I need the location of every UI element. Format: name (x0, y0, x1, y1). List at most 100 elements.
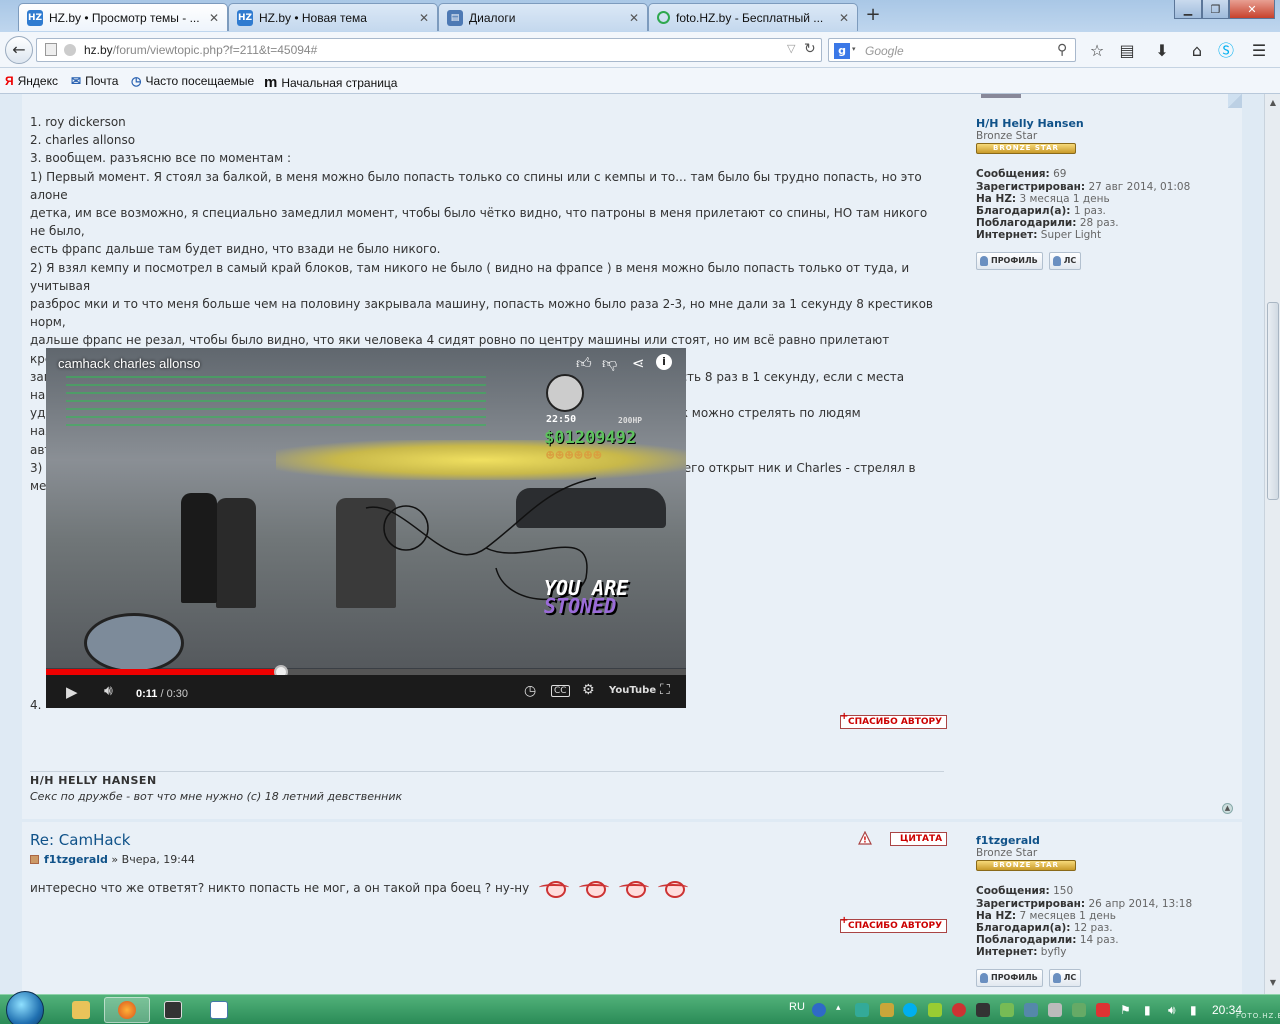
address-bar[interactable]: hz.by/forum/viewtopic.php?f=211&t=45094#… (36, 38, 822, 62)
site-identity-icon[interactable] (64, 44, 76, 56)
tray-app-icon[interactable] (855, 1003, 869, 1017)
bookmark-most-visited[interactable]: ◷ Часто посещаемые (131, 74, 254, 88)
action-center-flag-icon[interactable]: ⚑ (1120, 1003, 1134, 1017)
minimize-window-button[interactable]: ▁ (1174, 0, 1202, 19)
scrollbar-thumb[interactable] (1267, 302, 1279, 500)
profile-username[interactable]: H/H Helly Hansen (976, 117, 1190, 130)
network-icon[interactable]: ▮ (1144, 1003, 1158, 1017)
bookmarks-list-icon[interactable]: ▤ (1117, 41, 1137, 61)
tab-close-icon[interactable]: ✕ (839, 11, 849, 25)
tray-app-icon[interactable] (976, 1003, 990, 1017)
post-author[interactable]: f1tzgerald (44, 853, 108, 866)
list-item-number: 4. (30, 698, 42, 712)
bookmark-start-page[interactable]: m Начальная страница (264, 74, 397, 91)
profile-username[interactable]: f1tzgerald (976, 834, 1192, 847)
page-scrollbar[interactable]: ▲ ▼ (1264, 94, 1280, 994)
taskbar-app[interactable] (150, 997, 196, 1023)
bookmark-mail[interactable]: ✉ Почта (71, 74, 118, 88)
quote-button[interactable]: ЦИТАТА (890, 832, 948, 846)
back-button[interactable]: ← (5, 36, 33, 64)
menu-icon[interactable]: ☰ (1249, 41, 1269, 61)
close-window-button[interactable]: ✕ (1229, 0, 1275, 19)
private-message-button[interactable]: ЛС (1048, 251, 1082, 270)
video-frame[interactable]: camhack charles allonso 👍︎ 👎︎ ⋖ i 22:50 … (46, 348, 686, 673)
google-g-icon[interactable]: g (834, 43, 850, 59)
taskbar-paint[interactable] (196, 997, 242, 1023)
info-icon[interactable]: i (656, 354, 672, 370)
share-icon[interactable]: ⋖ (632, 354, 645, 372)
tab-foto-hz[interactable]: foto.HZ.by - Бесплатный ... ✕ (648, 3, 858, 31)
user-icon (1052, 972, 1061, 983)
tray-app-icon[interactable] (928, 1003, 942, 1017)
tray-app-icon[interactable] (880, 1003, 894, 1017)
tab-new-topic[interactable]: HZ HZ.by • Новая тема ✕ (228, 3, 438, 31)
youtube-logo-icon[interactable]: YouTube (609, 685, 656, 696)
downloads-icon[interactable]: ⬇ (1152, 41, 1172, 61)
taskbar-explorer[interactable] (58, 997, 104, 1023)
thanks-author-button[interactable]: СПАСИБО АВТОРУ (840, 915, 948, 933)
magnifier-icon[interactable]: ⚲ (1057, 42, 1067, 58)
fullscreen-icon[interactable]: ⛶ (660, 682, 670, 698)
captions-icon[interactable]: CC (551, 685, 570, 697)
back-to-top-icon[interactable]: ▲ (1222, 803, 1233, 814)
private-message-button[interactable]: ЛС (1048, 968, 1082, 987)
battery-icon[interactable]: ▮ (1190, 1003, 1204, 1017)
stat-value: 69 (1049, 168, 1067, 181)
tray-app-icon[interactable] (1048, 1003, 1062, 1017)
profile-button[interactable]: ПРОФИЛЬ (976, 251, 1043, 270)
tray-app-icon[interactable] (1024, 1003, 1038, 1017)
crab-smiley-icon (618, 880, 649, 898)
keyboard-language[interactable]: RU (789, 1001, 805, 1013)
dropdown-arrow-icon[interactable]: ▽ (787, 42, 795, 55)
url-path: /forum/viewtopic.php?f=211&t=45094# (112, 43, 318, 57)
bookmark-label: Почта (85, 74, 119, 88)
tab-dialogs[interactable]: ▤ Диалоги ✕ (438, 3, 648, 31)
maximize-window-button[interactable]: ❐ (1202, 0, 1229, 19)
stat-value: 28 раз. (1076, 217, 1119, 230)
tray-arrow-icon[interactable]: ▴ (836, 1003, 844, 1017)
settings-gear-icon[interactable]: ⚙ (582, 682, 595, 698)
volume-icon[interactable]: 🔊︎ (104, 683, 113, 699)
bookmark-star-icon[interactable]: ☆ (1087, 41, 1107, 61)
youtube-video-player[interactable]: camhack charles allonso 👍︎ 👎︎ ⋖ i 22:50 … (46, 348, 686, 708)
dropdown-arrow-icon[interactable]: ▾ (852, 45, 856, 53)
search-bar[interactable]: g ▾ Google ⚲ (828, 38, 1076, 62)
watch-later-icon[interactable]: ◷ (524, 683, 536, 699)
profile-stat: Зарегистрирован: 27 авг 2014, 01:08 (976, 181, 1190, 193)
tray-app-icon[interactable] (1096, 1003, 1110, 1017)
skype-icon[interactable]: Ⓢ (1216, 41, 1236, 61)
tab-view-topic[interactable]: HZ HZ.by • Просмотр темы - ... ✕ (18, 3, 228, 31)
skype-tray-icon[interactable] (903, 1003, 917, 1017)
taskbar-firefox[interactable] (104, 997, 150, 1023)
stat-value: 3 месяца 1 день (1016, 192, 1110, 205)
tab-close-icon[interactable]: ✕ (419, 11, 429, 25)
tray-app-icon[interactable] (1072, 1003, 1086, 1017)
dislike-icon[interactable]: 👎︎ (602, 354, 617, 373)
profile-stat: Сообщения: 69 (976, 168, 1190, 180)
stat-value: 27 авг 2014, 01:08 (1085, 180, 1191, 193)
tray-app-icon[interactable] (952, 1003, 966, 1017)
home-icon[interactable]: ⌂ (1187, 41, 1207, 61)
reload-icon[interactable]: ↻ (804, 41, 816, 57)
post-body: интересно что же ответят? никто попасть … (30, 880, 689, 898)
tab-close-icon[interactable]: ✕ (209, 11, 219, 25)
scroll-down-arrow-icon[interactable]: ▼ (1267, 978, 1279, 990)
tray-app-icon[interactable] (1000, 1003, 1014, 1017)
scroll-up-arrow-icon[interactable]: ▲ (1267, 98, 1279, 110)
volume-icon[interactable]: 🔊︎ (1168, 1003, 1182, 1017)
thanks-author-button[interactable]: СПАСИБО АВТОРУ (840, 711, 948, 729)
like-icon[interactable]: 👍︎ (576, 354, 592, 373)
bookmark-yandex[interactable]: Я Яндекс (5, 74, 58, 88)
report-warning-icon[interactable]: ! (858, 831, 872, 845)
play-icon[interactable]: ▶ (66, 683, 78, 701)
video-title[interactable]: camhack charles allonso (58, 356, 200, 371)
stat-key: На HZ: (976, 909, 1017, 922)
new-tab-button[interactable]: + (862, 5, 884, 27)
profile-button[interactable]: ПРОФИЛЬ (976, 968, 1043, 987)
stat-key: На HZ: (976, 192, 1017, 205)
tab-close-icon[interactable]: ✕ (629, 11, 639, 25)
start-button[interactable] (6, 991, 44, 1024)
post-title[interactable]: Re: CamHack (30, 831, 130, 849)
help-icon[interactable] (812, 1003, 826, 1017)
bookmarks-toolbar: Я Яндекс ✉ Почта ◷ Часто посещаемые m На… (0, 68, 1280, 94)
